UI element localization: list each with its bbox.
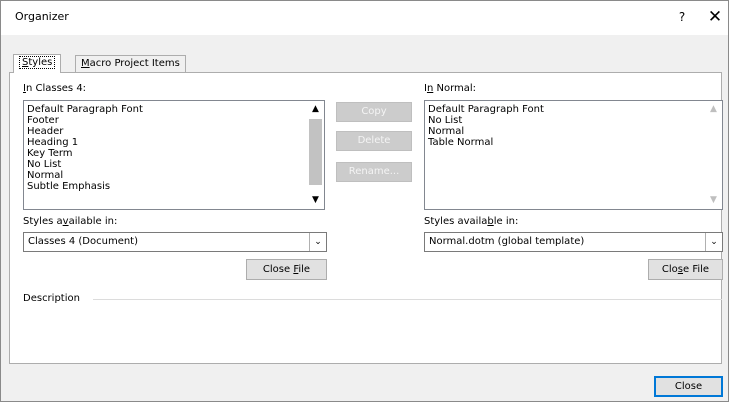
list-item[interactable]: Table Normal	[425, 137, 722, 148]
close-icon[interactable]: ✕	[704, 6, 726, 28]
tab-styles-label: Styles	[19, 56, 56, 69]
left-styles-available-select[interactable]: Classes 4 (Document) ⌄	[23, 232, 327, 252]
scroll-down-icon: ▼	[710, 195, 717, 205]
description-label: Description	[23, 293, 80, 304]
right-styles-available-select[interactable]: Normal.dotm (global template) ⌄	[424, 232, 723, 252]
list-item[interactable]: No List	[425, 115, 722, 126]
list-item[interactable]: No List	[24, 159, 324, 170]
left-styles-list[interactable]: Default Paragraph Font Footer Header Hea…	[23, 100, 325, 210]
tab-styles[interactable]: Styles	[13, 54, 62, 73]
in-normal-label: In Normal:	[424, 83, 477, 94]
left-styles-items: Default Paragraph Font Footer Header Hea…	[24, 101, 324, 192]
tab-macro-label: Macro Project Items	[81, 58, 180, 69]
dialog-title: Organizer	[15, 10, 69, 23]
left-close-file-button[interactable]: Close File	[246, 259, 327, 280]
help-button[interactable]: ?	[671, 6, 693, 28]
left-list-scrollbar[interactable]: ▲ ▼	[307, 101, 324, 209]
organizer-dialog: Organizer ? ✕ Styles Macro Project Items…	[0, 0, 729, 402]
list-item[interactable]: Default Paragraph Font	[24, 104, 324, 115]
list-item[interactable]: Default Paragraph Font	[425, 104, 722, 115]
right-close-file-button[interactable]: Close File	[648, 259, 723, 280]
list-item[interactable]: Normal	[425, 126, 722, 137]
delete-button[interactable]: Delete	[336, 131, 412, 151]
list-item[interactable]: Normal	[24, 170, 324, 181]
scroll-thumb[interactable]	[309, 119, 322, 185]
close-button[interactable]: Close	[654, 376, 723, 397]
right-styles-available-value: Normal.dotm (global template)	[429, 236, 585, 247]
right-styles-available-label: Styles available in:	[424, 216, 519, 227]
list-item[interactable]: Footer	[24, 115, 324, 126]
rename-button[interactable]: Rename...	[336, 162, 412, 182]
left-styles-available-label: Styles available in:	[23, 216, 118, 227]
right-styles-list[interactable]: Default Paragraph Font No List Normal Ta…	[424, 100, 723, 210]
list-item[interactable]: Heading 1	[24, 137, 324, 148]
list-item[interactable]: Subtle Emphasis	[24, 181, 324, 192]
title-bar: Organizer ? ✕	[1, 1, 728, 35]
chevron-down-icon[interactable]: ⌄	[705, 233, 722, 251]
list-item[interactable]: Key Term	[24, 148, 324, 159]
description-separator	[93, 299, 722, 300]
list-item[interactable]: Header	[24, 126, 324, 137]
right-styles-items: Default Paragraph Font No List Normal Ta…	[425, 101, 722, 148]
scroll-up-icon: ▲	[710, 104, 717, 114]
in-classes-4-label: In Classes 4:	[23, 83, 87, 94]
copy-button[interactable]: Copy	[336, 102, 412, 122]
tab-macro-project-items[interactable]: Macro Project Items	[75, 55, 186, 73]
scroll-up-icon[interactable]: ▲	[307, 101, 324, 118]
chevron-down-icon[interactable]: ⌄	[309, 233, 326, 251]
scroll-down-icon[interactable]: ▼	[307, 192, 324, 209]
left-styles-available-value: Classes 4 (Document)	[28, 236, 138, 247]
right-list-scrollbar: ▲ ▼	[705, 101, 722, 209]
